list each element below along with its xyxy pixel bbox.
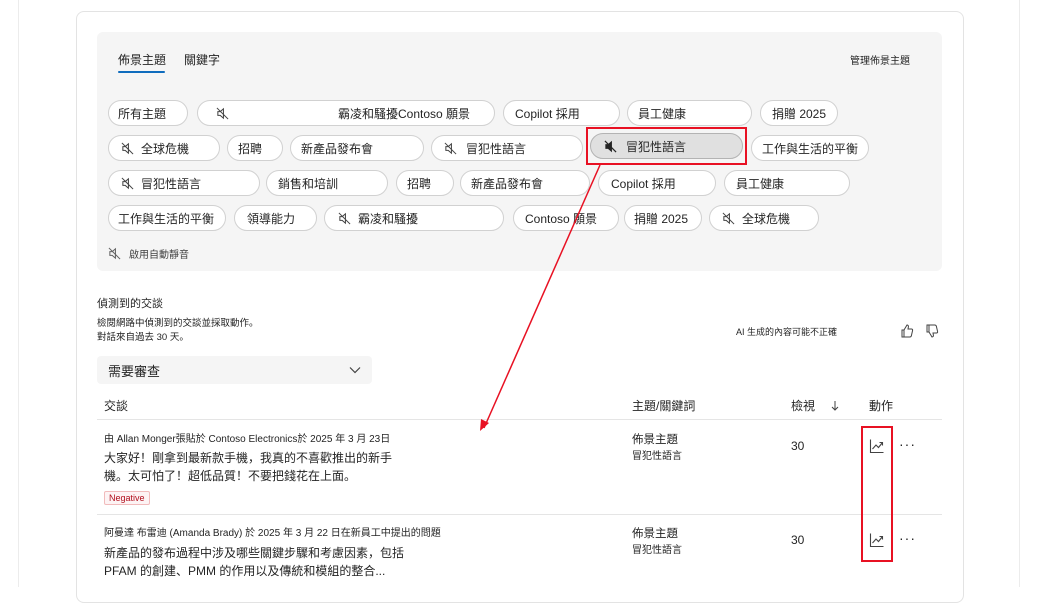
conversation-text-line-1: 大家好！剛拿到最新款手機，我真的不喜歡推出的新手	[104, 451, 393, 465]
topic-pill[interactable]: Copilot 採用	[598, 170, 716, 196]
topic-pill[interactable]: 全球危機	[108, 135, 220, 161]
mute-icon	[121, 177, 134, 190]
topic-pill[interactable]: 霸凌和騷擾Contoso 願景	[197, 100, 495, 126]
topic-pill-label: 冒犯性語言	[466, 141, 527, 156]
left-edge	[0, 0, 19, 587]
conversation-meta: 阿曼達 布雷迪 (Amanda Brady) 於 2025 年 3 月 22 日…	[104, 528, 441, 539]
row-keyword: 冒犯性語言	[632, 451, 682, 462]
topic-pill[interactable]: 領導能力	[234, 205, 317, 231]
topic-pill-label: 所有主題	[118, 106, 167, 121]
topic-pill[interactable]: 霸凌和騷擾	[324, 205, 504, 231]
mute-icon	[722, 212, 735, 225]
mute-icon	[216, 107, 229, 120]
topic-pill-label: 捐贈 2025	[634, 211, 689, 226]
topic-pill[interactable]: Copilot 採用	[503, 100, 620, 126]
tab-topics[interactable]: 佈景主題	[118, 51, 166, 68]
column-header-action: 動作	[869, 399, 894, 413]
topic-pill-label: 捐贈 2025	[772, 106, 827, 121]
topic-pill[interactable]: 工作與生活的平衡	[751, 135, 869, 161]
topic-pill-label: 招聘	[238, 141, 263, 156]
conversation-text-line-1: 新產品的發布過程中涉及哪些關鍵步驟和考慮因素，包括	[104, 546, 405, 560]
header-divider	[97, 419, 942, 420]
chevron-down-icon	[349, 367, 361, 374]
row-topic: 佈景主題	[632, 528, 678, 540]
topic-pill[interactable]: 捐贈 2025	[624, 205, 702, 231]
topic-pill-label: 新產品發布會	[301, 141, 374, 156]
conversation-text-line-2: PFAM 的創建、PMM 的作用以及傳統和模組的整合...	[104, 564, 386, 578]
topic-pill[interactable]: 新產品發布會	[460, 170, 590, 196]
topic-pill[interactable]: 招聘	[227, 135, 283, 161]
topic-pill-label: 工作與生活的平衡	[118, 211, 215, 226]
auto-mute-label: 啟用自動靜音	[129, 250, 189, 261]
topic-pill[interactable]: 新產品發布會	[290, 135, 424, 161]
topic-pill-label: 招聘	[407, 176, 432, 191]
mute-icon	[108, 247, 121, 260]
topic-pill-label: 工作與生活的平衡	[762, 141, 859, 156]
topic-pill-label: 霸凌和騷擾	[358, 211, 419, 226]
topic-pill-all[interactable]: 所有主題	[108, 100, 188, 126]
thumbs-down-icon[interactable]	[925, 323, 939, 339]
column-header-topic: 主題/關鍵詞	[632, 399, 696, 413]
topic-pill[interactable]: 員工健康	[724, 170, 850, 196]
active-tab-indicator	[118, 71, 165, 73]
conversation-text-line-2: 機。太可怕了！超低品質！不要把錢花在上面。	[104, 469, 357, 483]
topic-pill-label: Copilot 採用	[515, 106, 580, 121]
mute-icon	[338, 212, 351, 225]
topic-pill[interactable]: 冒犯性語言	[431, 135, 583, 161]
row-views: 30	[791, 533, 805, 547]
more-icon[interactable]: ···	[899, 436, 916, 452]
status-filter-value: 需要審查	[108, 363, 161, 379]
topic-pill-label: 新產品發布會	[471, 176, 544, 191]
thumbs-up-icon[interactable]	[900, 323, 914, 339]
topic-pill-label: 冒犯性語言	[141, 176, 202, 191]
status-filter-dropdown[interactable]: 需要審查	[97, 356, 372, 384]
topic-pill-label: 霸凌和騷擾Contoso 願景	[338, 106, 471, 121]
mute-icon	[121, 142, 134, 155]
conversation-meta: 由 Allan Monger張貼於 Contoso Electronics於 2…	[104, 434, 391, 445]
row-keyword: 冒犯性語言	[632, 545, 682, 556]
column-header-conversation: 交談	[104, 399, 129, 413]
topic-pill-label: 員工健康	[638, 106, 687, 121]
auto-mute-toggle[interactable]: 啟用自動靜音	[108, 246, 189, 261]
topic-pill-label: 全球危機	[742, 211, 791, 226]
more-icon[interactable]: ···	[899, 530, 916, 546]
topic-pill[interactable]: 工作與生活的平衡	[108, 205, 226, 231]
ai-disclaimer: AI 生成的內容可能不正確	[736, 327, 838, 337]
topic-pill[interactable]: 員工健康	[627, 100, 752, 126]
section-description: 檢閱網路中偵測到的交談並採取動作。	[97, 318, 259, 329]
column-header-views[interactable]: 檢視	[791, 397, 815, 414]
topic-pill-label: Copilot 採用	[611, 176, 676, 191]
highlight-box-action-column	[861, 426, 893, 562]
mute-icon	[444, 142, 457, 155]
topic-pill-label: 員工健康	[736, 176, 785, 191]
topic-pill-label: 全球危機	[141, 141, 190, 156]
tab-keywords[interactable]: 關鍵字	[184, 51, 220, 68]
row-views: 30	[791, 439, 805, 453]
topic-pill[interactable]: 全球危機	[709, 205, 819, 231]
right-edge	[1019, 0, 1040, 587]
topic-pill[interactable]: 銷售和培訓	[266, 170, 388, 196]
row-divider	[97, 514, 942, 515]
row-topic: 佈景主題	[632, 434, 678, 446]
manage-topics-link[interactable]: 管理佈景主題	[850, 52, 910, 67]
topic-pill-label: Contoso 願景	[525, 211, 598, 226]
sort-arrow-icon[interactable]	[831, 400, 839, 412]
highlight-box-selected-topic	[586, 127, 747, 165]
sentiment-badge: Negative	[104, 491, 150, 505]
topic-pill[interactable]: Contoso 願景	[513, 205, 619, 231]
topic-pill[interactable]: 招聘	[396, 170, 454, 196]
topic-pill[interactable]: 捐贈 2025	[760, 100, 838, 126]
section-title: 偵測到的交談	[97, 298, 163, 310]
section-timeframe: 對話來自過去 30 天。	[97, 332, 189, 343]
topic-pill-label: 領導能力	[247, 211, 296, 226]
topic-pill-label: 銷售和培訓	[278, 176, 339, 191]
topic-pill[interactable]: 冒犯性語言	[108, 170, 260, 196]
